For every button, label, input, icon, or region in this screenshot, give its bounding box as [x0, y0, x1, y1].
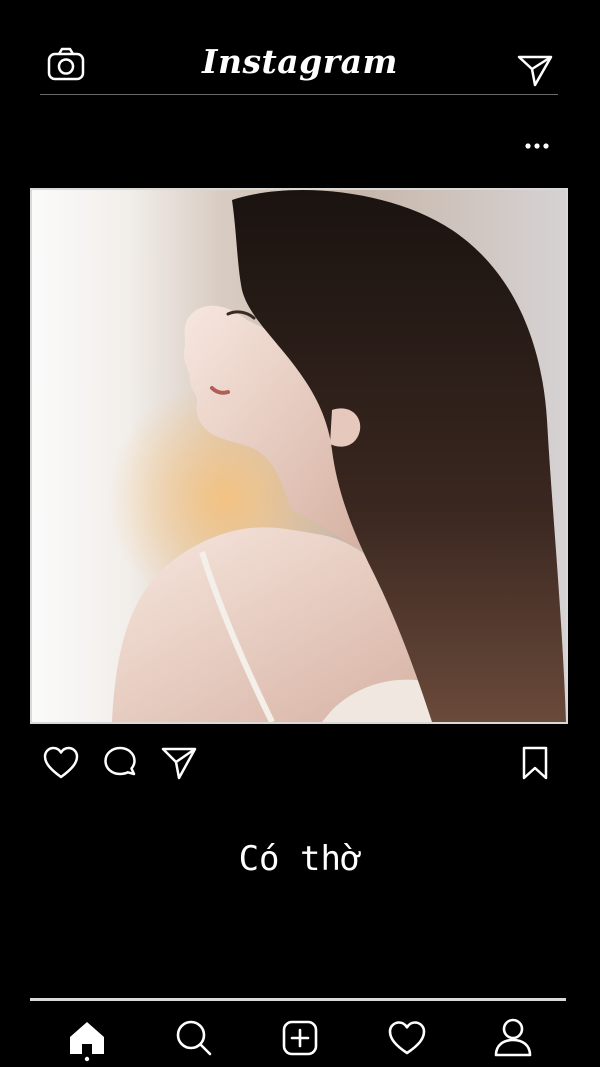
photo-illustration: [32, 190, 566, 722]
header-divider: [40, 94, 558, 95]
profile-icon[interactable]: [492, 1016, 534, 1058]
post-caption: Có thờ: [238, 839, 362, 879]
heart-icon[interactable]: [386, 1018, 428, 1058]
camera-icon[interactable]: [46, 46, 86, 82]
home-icon[interactable]: [66, 1018, 108, 1062]
top-bar: Instagram: [0, 0, 600, 96]
bottom-nav-divider: [30, 998, 566, 1001]
add-post-icon[interactable]: [280, 1018, 320, 1058]
send-icon[interactable]: [516, 52, 554, 88]
app-logo: Instagram: [202, 42, 398, 81]
comment-icon[interactable]: [101, 744, 139, 782]
more-options-icon[interactable]: [524, 140, 550, 152]
search-icon[interactable]: [174, 1018, 214, 1058]
send-icon[interactable]: [160, 744, 198, 782]
post-photo[interactable]: [30, 188, 568, 724]
heart-icon[interactable]: [42, 744, 80, 782]
bookmark-icon[interactable]: [518, 744, 552, 782]
